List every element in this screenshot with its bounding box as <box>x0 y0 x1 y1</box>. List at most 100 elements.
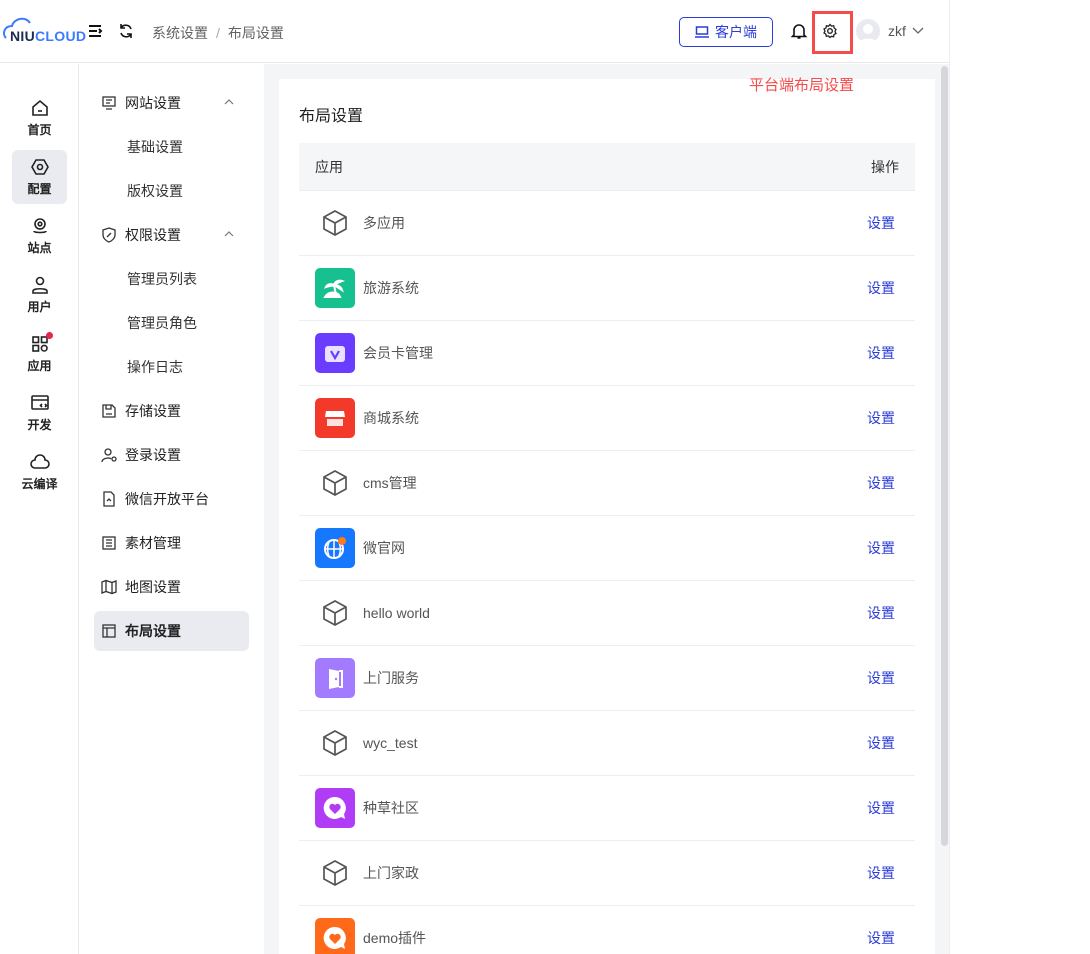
submenu-item-11[interactable]: 地图设置 <box>94 567 249 607</box>
table-row: 商城系统 设置 <box>299 386 915 451</box>
app-name: 多应用 <box>363 215 405 231</box>
breadcrumb-separator: / <box>216 25 220 41</box>
app-icon <box>315 918 355 954</box>
table-row: 上门家政 设置 <box>299 841 915 906</box>
submenu-item-2[interactable]: 版权设置 <box>94 171 249 211</box>
settings-link[interactable]: 设置 <box>867 863 895 883</box>
primary-sidebar: 首页 配置 站点用户应用开发云编译 <box>0 64 79 954</box>
rail-item-6[interactable]: 云编译 <box>12 445 67 499</box>
app-icon <box>315 268 355 308</box>
scrollbar[interactable] <box>941 66 948 846</box>
settings-link[interactable]: 设置 <box>867 473 895 493</box>
box-icon <box>323 730 347 756</box>
layout-icon <box>102 624 116 638</box>
heart-chat-icon <box>323 926 346 949</box>
shield-icon <box>102 227 116 243</box>
table-row: 种草社区 设置 <box>299 776 915 841</box>
settings-link[interactable]: 设置 <box>867 343 895 363</box>
home-icon <box>31 99 48 116</box>
submenu-item-5[interactable]: 管理员角色 <box>94 303 249 343</box>
bell-icon[interactable] <box>790 22 808 40</box>
annotation-label: 平台端布局设置 <box>749 77 855 94</box>
submenu-item-0[interactable]: 网站设置 <box>94 83 249 123</box>
notification-badge <box>46 332 53 339</box>
submenu-label: 管理员列表 <box>127 271 197 287</box>
rail-item-0[interactable]: 首页 <box>12 91 67 145</box>
table-row: cms管理 设置 <box>299 451 915 516</box>
box-icon <box>323 210 347 236</box>
submenu-item-6[interactable]: 操作日志 <box>94 347 249 387</box>
chevron-down-icon[interactable] <box>911 25 925 37</box>
app-name: 上门家政 <box>363 865 419 881</box>
submenu-label: 权限设置 <box>125 227 181 243</box>
rail-item-label: 云编译 <box>21 477 58 491</box>
app-name: 会员卡管理 <box>363 345 433 361</box>
heart-chat-icon <box>323 796 346 819</box>
table-row: 微官网 设置 <box>299 516 915 581</box>
settings-link[interactable]: 设置 <box>867 538 895 558</box>
app-icon <box>315 203 355 243</box>
map-icon <box>101 579 117 595</box>
submenu-item-12[interactable]: 布局设置 <box>94 611 249 651</box>
logo-text: NIUCLOUD <box>10 28 87 44</box>
app-name: 旅游系统 <box>363 280 419 296</box>
settings-link[interactable]: 设置 <box>867 798 895 818</box>
settings-link[interactable]: 设置 <box>867 278 895 298</box>
username[interactable]: zkf <box>888 23 906 39</box>
laptop-icon <box>695 26 709 38</box>
chevron-up-icon[interactable] <box>223 229 235 239</box>
app-name: wyc_test <box>363 735 418 751</box>
submenu-item-1[interactable]: 基础设置 <box>94 127 249 167</box>
settings-link[interactable]: 设置 <box>867 733 895 753</box>
app-icon <box>315 658 355 698</box>
table-row: 旅游系统 设置 <box>299 256 915 321</box>
settings-link[interactable]: 设置 <box>867 213 895 233</box>
rail-item-2[interactable]: 站点 <box>12 209 67 263</box>
app-name: 上门服务 <box>363 670 419 686</box>
submenu-label: 布局设置 <box>125 623 181 639</box>
settings-link[interactable]: 设置 <box>867 408 895 428</box>
settings-link[interactable]: 设置 <box>867 668 895 688</box>
shop-icon <box>325 411 345 426</box>
save-icon <box>102 404 116 418</box>
monitor-icon <box>102 96 116 110</box>
refresh-icon[interactable] <box>117 22 135 40</box>
app-window: NIUCLOUD 系统设置 / 布局设置 客户端 zkf 首页 配置 站点用户应用开发云… <box>0 0 950 954</box>
palm-tree-icon <box>323 279 346 298</box>
menu-fold-icon[interactable] <box>86 22 104 40</box>
breadcrumb-item[interactable]: 系统设置 <box>152 25 208 41</box>
submenu-item-4[interactable]: 管理员列表 <box>94 259 249 299</box>
list-icon <box>102 536 116 550</box>
chevron-up-icon[interactable] <box>223 97 235 107</box>
rail-item-3[interactable]: 用户 <box>12 268 67 322</box>
settings-hex-icon <box>30 159 49 175</box>
app-name: demo插件 <box>363 930 427 946</box>
submenu-item-3[interactable]: 权限设置 <box>94 215 249 255</box>
submenu-item-10[interactable]: 素材管理 <box>94 523 249 563</box>
settings-link[interactable]: 设置 <box>867 928 895 948</box>
submenu-label: 微信开放平台 <box>125 491 209 507</box>
rail-item-label: 应用 <box>27 359 52 373</box>
submenu-item-8[interactable]: 登录设置 <box>94 435 249 475</box>
logo[interactable]: NIUCLOUD <box>2 17 86 44</box>
rail-item-label: 用户 <box>27 300 52 314</box>
submenu-item-9[interactable]: 微信开放平台 <box>94 479 249 519</box>
secondary-sidebar: 网站设置基础设置版权设置权限设置管理员列表管理员角色 操作日志 存储设置 登录设置微信… <box>79 64 264 954</box>
app-icon <box>315 333 355 373</box>
user-gear-icon <box>101 448 117 463</box>
box-icon <box>323 600 347 626</box>
rail-item-4[interactable]: 应用 <box>12 327 67 381</box>
door-icon <box>329 669 343 689</box>
submenu-item-7[interactable]: 存储设置 <box>94 391 249 431</box>
submenu-label: 基础设置 <box>127 139 183 155</box>
settings-link[interactable]: 设置 <box>867 603 895 623</box>
client-button[interactable]: 客户端 <box>679 17 773 47</box>
avatar[interactable] <box>856 19 880 43</box>
layout-settings-card: 布局设置 应用 操作 多应用 设置 旅游系统 设置 会员卡管理 设置 商城系统 设置 cms管理… <box>279 79 935 954</box>
main-content: 布局设置 应用 操作 多应用 设置 旅游系统 设置 会员卡管理 设置 商城系统 设置 cms管理… <box>264 64 949 954</box>
table-row: hello world 设置 <box>299 581 915 646</box>
rail-item-5[interactable]: 开发 <box>12 386 67 440</box>
gear-icon[interactable] <box>822 23 838 39</box>
app-icon <box>315 398 355 438</box>
rail-item-1[interactable]: 配置 <box>12 150 67 204</box>
